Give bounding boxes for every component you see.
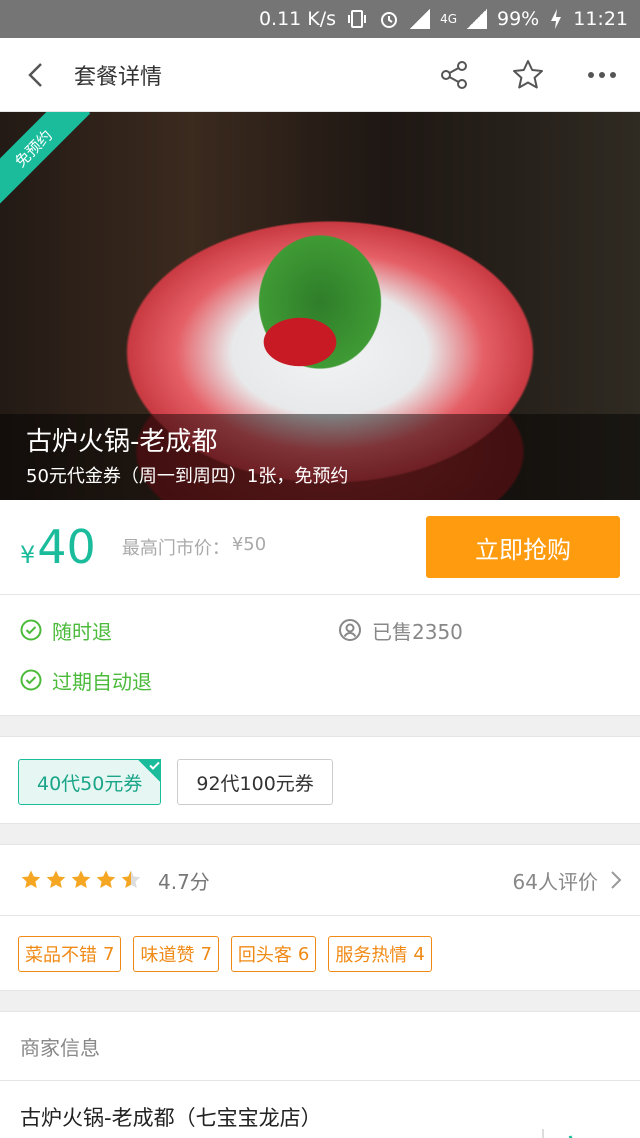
star-half-icon — [121, 870, 141, 888]
network-speed: 0.11 K/s — [258, 8, 337, 30]
hero-caption: 古炉火锅-老成都 50元代金券（周一到周四）1张，免预约 — [0, 414, 640, 500]
no-reservation-badge: 免预约 — [0, 112, 91, 206]
guarantee-label: 过期自动退 — [52, 669, 152, 694]
rating-row[interactable]: 4.7分 64人评价 — [0, 845, 640, 915]
phone-icon[interactable] — [566, 1133, 588, 1138]
tag-name: 回头客 — [237, 945, 292, 966]
back-arrow-icon — [28, 62, 42, 87]
status-bar: 0.11 K/s 4G 99% 11:21 — [0, 0, 640, 38]
tag-count: 4 — [413, 943, 425, 965]
coupon-option-92[interactable]: 92代100元券 — [177, 759, 333, 805]
reviews-count: 64人评价 — [512, 869, 598, 894]
tag-name: 味道赞 — [140, 945, 195, 966]
coupon-options: 40代50元券 92代100元券 — [0, 737, 640, 823]
currency-symbol: ¥ — [20, 541, 36, 569]
reviews-link[interactable]: 64人评价 — [513, 845, 622, 915]
vibrate-icon — [346, 8, 368, 30]
guarantee-label: 随时退 — [52, 619, 112, 644]
favorite-button[interactable] — [500, 47, 556, 103]
hero-image[interactable]: 免预约 古炉火锅-老成都 50元代金券（周一到周四）1张，免预约 — [0, 112, 640, 500]
wifi-signal-icon — [410, 9, 431, 29]
more-dots-icon — [588, 72, 616, 78]
deal-subtitle: 50元代金券（周一到周四）1张，免预约 — [26, 466, 349, 487]
tag-count: 7 — [200, 943, 212, 965]
star-filled-icon — [46, 870, 66, 888]
star-outline-icon — [513, 60, 543, 89]
alarm-icon — [378, 8, 400, 30]
guarantee-item: 随时退 — [20, 615, 620, 645]
share-button[interactable] — [426, 47, 482, 103]
selected-check-icon — [137, 759, 162, 783]
chevron-right-icon — [611, 871, 622, 889]
charging-icon — [549, 8, 563, 30]
rating-score: 4.7分 — [158, 869, 210, 894]
check-circle-icon — [20, 619, 42, 641]
nav-bar: 套餐详情 — [0, 38, 640, 112]
star-filled-icon — [96, 870, 116, 888]
merchant-section-title: 商家信息 — [0, 1012, 640, 1080]
merchant-name: 古炉火锅-老成都（七宝宝龙店） — [20, 1106, 322, 1130]
star-filled-icon — [71, 870, 91, 888]
sold-count-label: 已售2350 — [372, 619, 463, 644]
buy-now-button[interactable]: 立即抢购 — [426, 516, 620, 578]
tag-name: 菜品不错 — [25, 945, 97, 966]
deal-title: 古炉火锅-老成都 — [26, 427, 218, 457]
tag-count: 7 — [103, 943, 115, 965]
review-tag[interactable]: 菜品不错 7 — [18, 936, 122, 972]
network-type: 4G — [440, 12, 457, 26]
review-tag[interactable]: 味道赞 7 — [133, 936, 219, 972]
market-price-label: 最高门市价： — [121, 538, 230, 559]
tag-count: 6 — [297, 943, 310, 965]
cell-signal-icon — [467, 9, 487, 29]
sold-count: 已售2350 — [338, 615, 463, 645]
merchant-row[interactable]: 古炉火锅-老成都（七宝宝龙店） — [0, 1081, 640, 1138]
share-icon — [441, 61, 467, 89]
coupon-option-40[interactable]: 40代50元券 — [18, 759, 162, 805]
review-tags: 菜品不错 7 味道赞 7 回头客 6 服务热情 4 — [0, 916, 640, 990]
star-filled-icon — [21, 870, 41, 888]
market-price: 最高门市价： ¥50 — [122, 534, 266, 560]
page-title: 套餐详情 — [74, 64, 163, 90]
divider — [542, 1129, 544, 1138]
more-button[interactable] — [574, 47, 630, 103]
back-button[interactable] — [0, 38, 74, 112]
market-price-value: ¥50 — [231, 534, 267, 555]
review-tag[interactable]: 回头客 6 — [230, 936, 317, 972]
price-row: ¥ 40 最高门市价： ¥50 立即抢购 — [0, 500, 640, 594]
check-circle-icon — [20, 669, 42, 691]
guarantee-item: 过期自动退 — [20, 665, 620, 695]
guarantees: 随时退 过期自动退 已售2350 — [0, 595, 640, 715]
clock: 11:21 — [573, 8, 628, 30]
rating-stars — [20, 869, 142, 891]
tag-name: 服务热情 — [335, 945, 408, 966]
battery-percent: 99% — [497, 8, 540, 30]
price-value: 40 — [37, 520, 96, 574]
user-circle-icon — [339, 619, 361, 641]
coupon-label: 40代50元券 — [37, 772, 143, 795]
deal-price: ¥ 40 — [20, 522, 96, 572]
review-tag[interactable]: 服务热情 4 — [328, 936, 432, 972]
coupon-label: 92代100元券 — [196, 772, 314, 795]
